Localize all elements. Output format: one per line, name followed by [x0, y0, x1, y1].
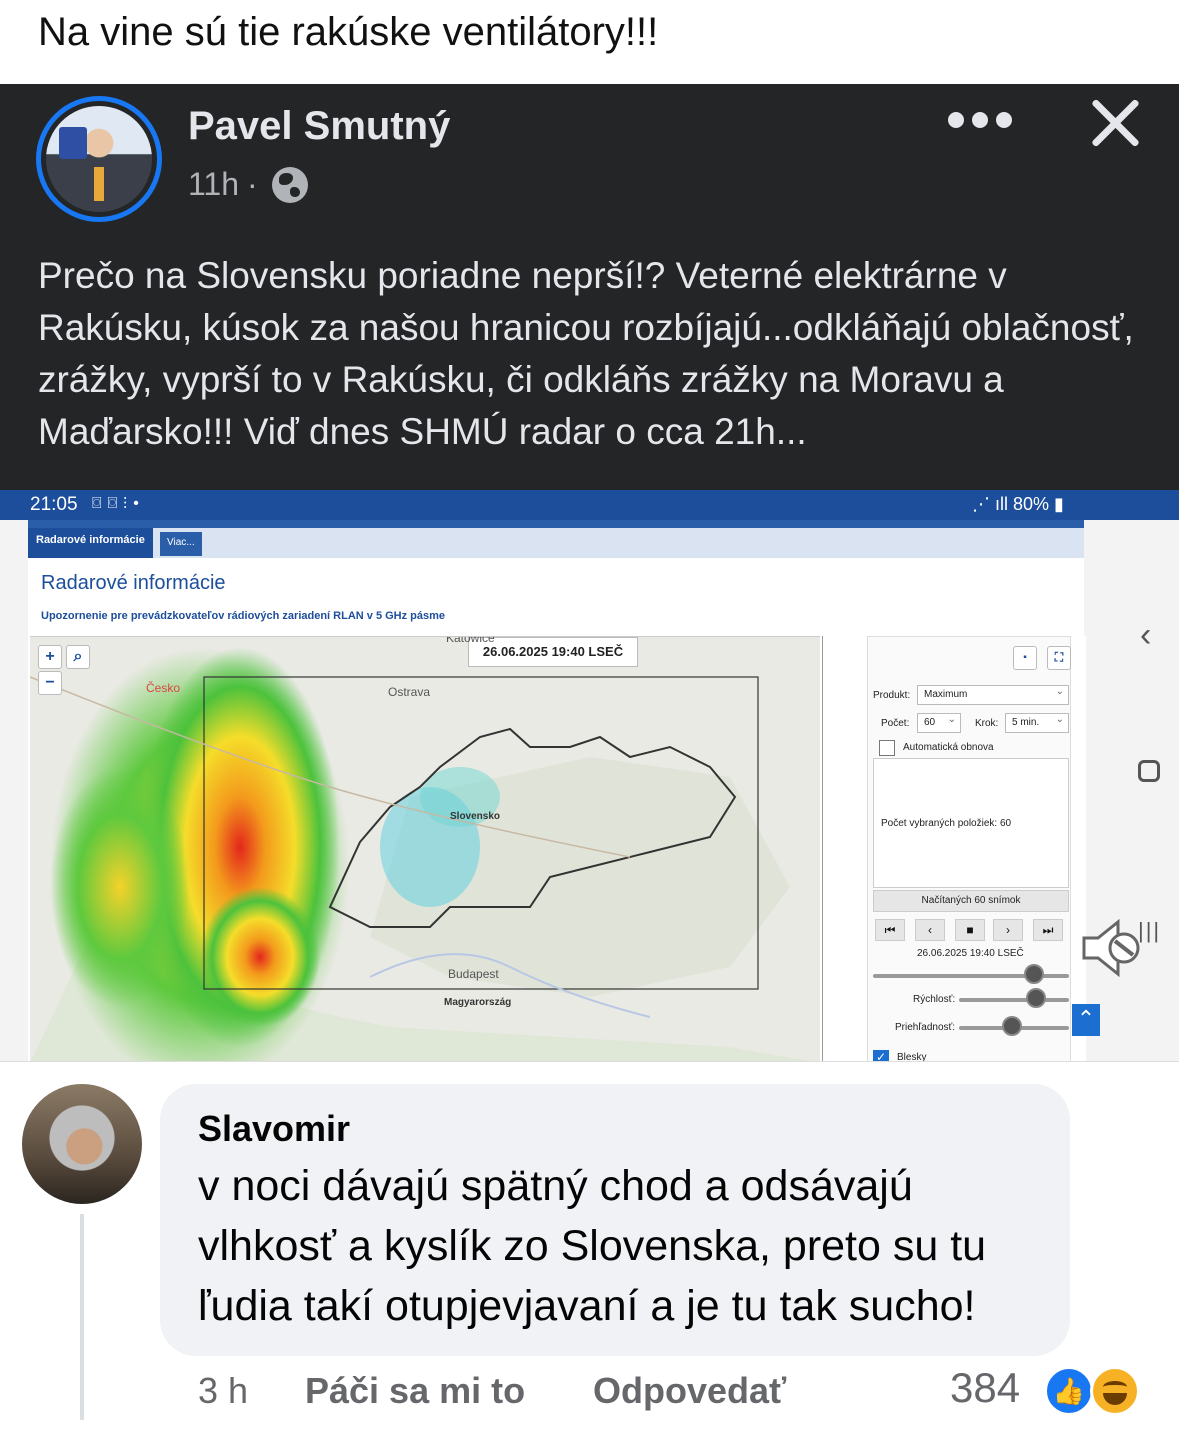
product-select[interactable]: Maximum — [917, 685, 1069, 705]
post-meta: 11h · — [188, 166, 308, 203]
stop-button[interactable]: ■ — [955, 919, 985, 941]
like-button[interactable]: Páči sa mi to — [305, 1370, 525, 1412]
meta-separator: · — [247, 166, 258, 202]
back-chevron-icon[interactable]: ‹ — [1140, 616, 1151, 655]
more-options-button[interactable] — [948, 108, 1012, 132]
share-caption: Na vine sú tie rakúske ventilátory!!! — [38, 10, 659, 54]
count-label: Počet: — [881, 718, 910, 729]
tab-radar-info[interactable]: Radarové informácie — [28, 528, 153, 558]
fullscreen-icon[interactable]: ⛶ — [1047, 646, 1071, 670]
rlan-notice-link[interactable]: Upozornenie pre prevádzkovateľov rádiový… — [41, 610, 445, 622]
last-frame-button[interactable]: ⏭ — [1033, 919, 1063, 941]
reaction-count[interactable]: 384 — [950, 1364, 1020, 1412]
zoom-in-button[interactable]: + — [38, 645, 62, 669]
status-time: 21:05 — [30, 494, 78, 515]
label-ostrava: Ostrava — [388, 685, 431, 699]
timeline-slider[interactable] — [1023, 964, 1044, 984]
lightning-checkbox[interactable] — [873, 1050, 889, 1061]
speed-track[interactable] — [959, 998, 1069, 1002]
page-title: Radarové informácie — [41, 572, 226, 594]
comment-time[interactable]: 3 h — [198, 1370, 248, 1412]
commenter-avatar[interactable] — [22, 1084, 142, 1204]
auto-refresh-label: Automatická obnova — [903, 742, 994, 753]
post-text: Prečo na Slovensku poriadne neprší!? Vet… — [38, 255, 1134, 452]
haha-icon — [1090, 1366, 1140, 1416]
radar-screenshot[interactable]: 21:05 ⌼⌼⫶• ⋰ ıll 80% ▮ Radarové informác… — [0, 490, 1179, 1062]
sub-tabs: Radarové informácie Viac... — [28, 528, 1084, 558]
step-label: Krok: — [975, 718, 999, 729]
author-avatar[interactable] — [36, 96, 162, 222]
reply-button[interactable]: Odpovedať — [593, 1370, 786, 1412]
radar-map[interactable]: + ⌕ − 26.06.2025 19:40 LSEČ Česko Katowi… — [30, 636, 820, 1061]
speed-slider[interactable] — [1026, 988, 1046, 1008]
comment-author[interactable]: Slavomir — [198, 1108, 350, 1150]
frame-timestamp: 26.06.2025 19:40 LSEČ — [917, 948, 1024, 959]
step-select[interactable]: 5 min. — [1005, 713, 1069, 733]
product-label: Produkt: — [873, 690, 911, 701]
site-nav-strip — [28, 520, 1084, 528]
next-frame-button[interactable]: › — [993, 919, 1023, 941]
label-katowice: Katowice — [446, 636, 495, 645]
prev-frame-button[interactable]: ‹ — [915, 919, 945, 941]
radar-controls-panel: ▪ ⛶ Produkt: Maximum Počet: 60 Krok: 5 m… — [822, 636, 1086, 1062]
label-cesko: Česko — [146, 681, 181, 695]
auto-refresh-checkbox[interactable] — [879, 740, 895, 756]
like-icon: 👍 — [1044, 1366, 1094, 1416]
battery-status: ⋰ ıll 80% ▮ — [972, 494, 1064, 514]
opacity-label: Priehľadnosť: — [895, 1022, 956, 1033]
scroll-top-button[interactable]: ⌃ — [1072, 1004, 1100, 1036]
zoom-out-button[interactable]: − — [38, 671, 62, 695]
globe-icon — [271, 166, 308, 203]
home-icon[interactable] — [1138, 760, 1160, 782]
label-slovensko: Slovensko — [450, 811, 501, 822]
post-time[interactable]: 11h — [188, 166, 239, 203]
notification-icons: ⌼⌼⫶• — [92, 495, 145, 512]
speed-label: Rýchlosť: — [913, 994, 956, 1005]
selected-items-text: Počet vybraných položiek: 60 — [881, 818, 1012, 829]
label-budapest: Budapest — [448, 967, 499, 981]
more-icon — [948, 112, 964, 128]
radar-map-graphic — [30, 647, 809, 1061]
close-icon[interactable] — [1088, 94, 1144, 150]
thread-line — [80, 1214, 84, 1420]
count-select[interactable]: 60 — [917, 713, 961, 733]
opacity-slider[interactable] — [1001, 1016, 1022, 1036]
comment-text: v noci dávajú spätný chod a odsávajú vlh… — [198, 1162, 987, 1330]
layers-button[interactable]: ▪ — [1013, 646, 1037, 670]
loaded-frames-button[interactable]: Načítaných 60 snímok — [873, 890, 1069, 912]
post-author-name[interactable]: Pavel Smutný — [188, 104, 450, 149]
phone-status-bar: 21:05 ⌼⌼⫶• ⋰ ıll 80% ▮ — [0, 490, 1179, 520]
tab-more[interactable]: Viac... — [160, 532, 202, 556]
muted-volume-icon[interactable] — [1078, 914, 1148, 984]
map-search-icon[interactable]: ⌕ — [66, 645, 90, 669]
first-frame-button[interactable]: ⏮ — [875, 919, 905, 941]
label-magyarorszag: Magyarország — [444, 997, 512, 1008]
lightning-label: Blesky — [897, 1052, 927, 1062]
